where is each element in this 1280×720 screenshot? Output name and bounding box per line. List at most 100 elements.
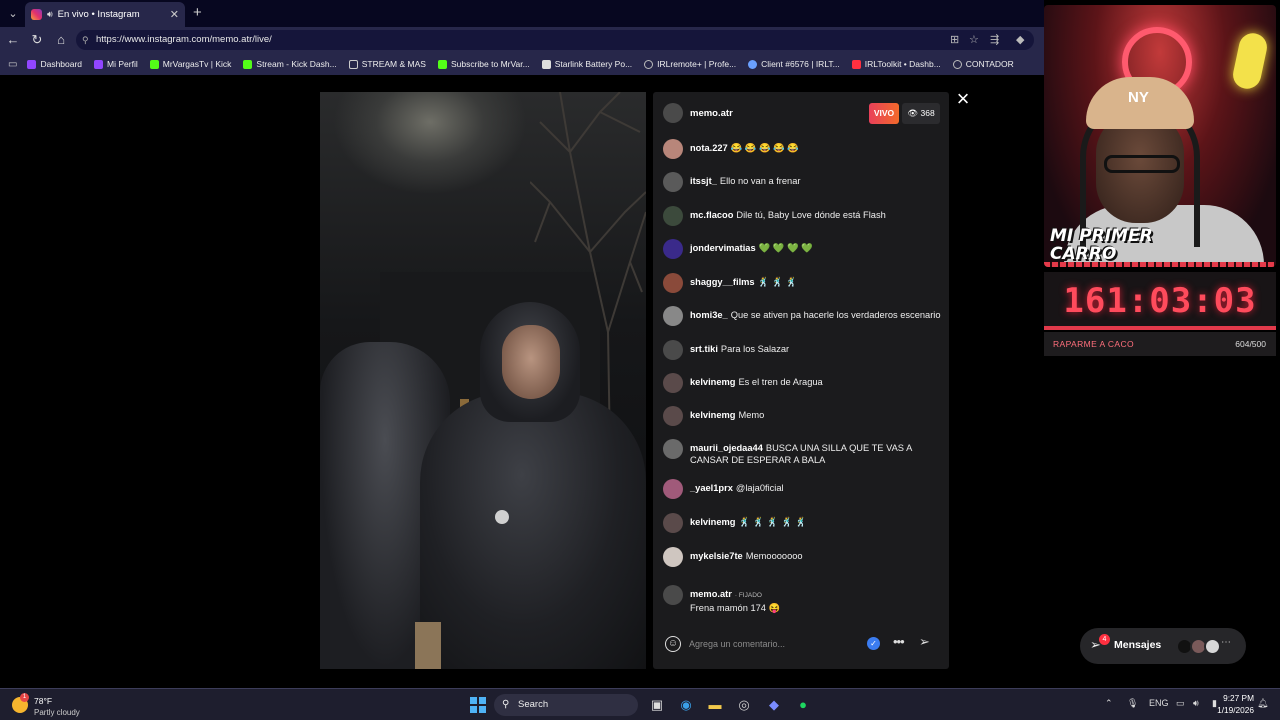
bookmark-item[interactable]: MrVargasTv | Kick	[149, 59, 231, 69]
comment-username[interactable]: srt.tiki	[690, 344, 718, 354]
bookmarks-menu-icon[interactable]: ▭	[8, 59, 17, 70]
microphone-icon[interactable]: 🎙︎	[1127, 698, 1138, 709]
comment-username[interactable]: _yael1prx	[690, 483, 733, 493]
system-clock[interactable]: 9:27 PM 1/19/2026	[1208, 692, 1254, 716]
live-video[interactable]	[320, 92, 646, 669]
comment-username[interactable]: kelvinemg	[690, 517, 735, 527]
windows-taskbar: 1 78°F Partly cloudy ⚲ Search ▣ ◉ ▬ ◎ ◆ …	[0, 688, 1280, 720]
comment-body: Memo	[738, 410, 765, 420]
clock-time: 9:27 PM	[1223, 693, 1254, 703]
discord-icon[interactable]: ◆	[764, 695, 784, 715]
search-icon: ⚲	[502, 699, 510, 710]
notifications-icon[interactable]: 🔔︎	[1257, 698, 1268, 709]
weather-condition: Partly cloudy	[34, 708, 80, 717]
avatar[interactable]	[663, 172, 683, 192]
file-explorer-icon[interactable]: ▬	[705, 695, 725, 715]
bookmark-item[interactable]: Subscribe to MrVar...	[437, 59, 530, 69]
avatar[interactable]	[663, 373, 683, 393]
bookmark-item[interactable]: Client #6576 | IRLT...	[748, 59, 840, 69]
network-icon[interactable]: ▭	[1176, 698, 1185, 709]
verified-check-icon[interactable]: ✓	[867, 637, 880, 650]
kick-icon	[437, 59, 447, 69]
notification-badge: 4	[1099, 634, 1110, 645]
weather-alert-badge: 1	[20, 693, 29, 702]
collections-icon[interactable]: ⇶	[990, 30, 999, 50]
avatar[interactable]	[663, 273, 683, 293]
bookmark-favicon-icon	[27, 59, 37, 69]
edge-browser-icon[interactable]: ◉	[676, 695, 696, 715]
tab-list-chevron-icon[interactable]: ⌄	[4, 5, 22, 23]
extension-diamond-icon[interactable]: ◆	[1016, 30, 1024, 50]
tab-close-icon[interactable]: ✕	[170, 8, 179, 21]
comment-username[interactable]: jondervimatias	[690, 243, 756, 253]
messages-button[interactable]: ➢ 4 Mensajes ⋯	[1080, 628, 1246, 664]
back-arrow-icon[interactable]: ←	[5, 32, 21, 47]
bookmark-item[interactable]: Mi Perfil	[94, 59, 138, 69]
show-hidden-icons-icon[interactable]: ⌃	[1105, 698, 1113, 709]
home-icon[interactable]: ⌂	[53, 32, 69, 47]
close-icon[interactable]: ×	[953, 88, 973, 110]
host-avatar[interactable]	[663, 103, 683, 123]
host-username[interactable]: memo.atr	[690, 108, 733, 119]
volume-icon[interactable]: 🔊︎	[1193, 698, 1199, 709]
comment-body: 💚 💚 💚 💚	[758, 243, 813, 253]
overlay-strip	[1044, 262, 1276, 267]
kick-icon	[243, 59, 253, 69]
avatar[interactable]	[663, 206, 683, 226]
tab-instagram-live[interactable]: 🔊︎ En vivo • Instagram ✕	[25, 2, 185, 27]
emoji-icon[interactable]: ☺	[665, 636, 681, 652]
avatar[interactable]	[663, 439, 683, 459]
avatar[interactable]	[663, 513, 683, 533]
site-info-icon[interactable]: ⚲	[82, 30, 89, 50]
url-input[interactable]: ⚲ https://www.instagram.com/memo.atr/liv…	[76, 30, 1034, 50]
avatar[interactable]	[663, 139, 683, 159]
comment-username[interactable]: homi3e_	[690, 310, 728, 320]
bookmark-item[interactable]: Starlink Battery Po...	[541, 59, 632, 69]
avatar[interactable]	[663, 239, 683, 259]
more-options-icon[interactable]: •••	[893, 634, 905, 649]
taskbar-search[interactable]: ⚲ Search	[494, 694, 638, 716]
avatar[interactable]	[663, 340, 683, 360]
comment-body: Para los Salazar	[720, 344, 790, 354]
eye-icon: 👁︎	[907, 108, 919, 118]
avatar[interactable]	[663, 547, 683, 567]
bookmark-item[interactable]: CONTADOR	[952, 59, 1014, 69]
weather-widget[interactable]: 1 78°F Partly cloudy	[12, 693, 102, 719]
send-icon[interactable]: ➢	[919, 634, 930, 650]
comment-body: 😂 😂 😂 😂 😂	[730, 143, 799, 153]
comment-username[interactable]: maurii_ojedaa44	[690, 443, 763, 453]
comment-input[interactable]	[689, 635, 859, 653]
task-view-icon[interactable]: ▣	[647, 695, 667, 715]
bookmark-folder[interactable]: STREAM & MAS	[348, 59, 426, 69]
bookmark-item[interactable]: Stream - Kick Dash...	[243, 59, 337, 69]
favorite-star-icon[interactable]: ☆	[969, 30, 979, 50]
comment-username[interactable]: mykelsie7te	[690, 551, 743, 561]
glasses	[1104, 155, 1180, 173]
spotify-icon[interactable]: ●	[793, 695, 813, 715]
avatar[interactable]	[663, 406, 683, 426]
comment-username[interactable]: kelvinemg	[690, 377, 735, 387]
comment-username[interactable]: itssjt_	[690, 176, 717, 186]
comment-username[interactable]: nota.227	[690, 143, 728, 153]
bookmark-item[interactable]: Dashboard	[27, 59, 82, 69]
comment-username[interactable]: kelvinemg	[690, 410, 735, 420]
bookmark-item[interactable]: IRLToolkit • Dashb...	[851, 59, 941, 69]
address-bar-row: ← ↻ ⌂ ⚲ https://www.instagram.com/memo.a…	[0, 27, 1044, 53]
comment-body: Que se ativen pa hacerle los verdaderos …	[730, 310, 941, 320]
webcam-overlay: NY MI PRIMER CARRO	[1044, 5, 1276, 267]
new-tab-plus-icon[interactable]: +	[193, 4, 202, 21]
windows-start-icon[interactable]	[470, 697, 486, 713]
refresh-icon[interactable]: ↻	[29, 32, 45, 48]
comment-username[interactable]: memo.atr	[690, 589, 732, 599]
comment-username[interactable]: mc.flacoo	[690, 210, 733, 220]
language-indicator[interactable]: ENG	[1149, 698, 1169, 708]
obs-icon[interactable]: ◎	[734, 695, 754, 715]
comment-username[interactable]: shaggy__films	[690, 277, 755, 287]
speaker-icon[interactable]: 🔊︎	[47, 9, 53, 20]
bookmark-item[interactable]: IRLremote+ | Profe...	[644, 59, 736, 69]
avatar[interactable]	[663, 306, 683, 326]
irltoolkit-icon	[851, 59, 861, 69]
avatar[interactable]	[663, 585, 683, 605]
app-available-icon[interactable]: ⊞	[950, 30, 959, 50]
avatar[interactable]	[663, 479, 683, 499]
